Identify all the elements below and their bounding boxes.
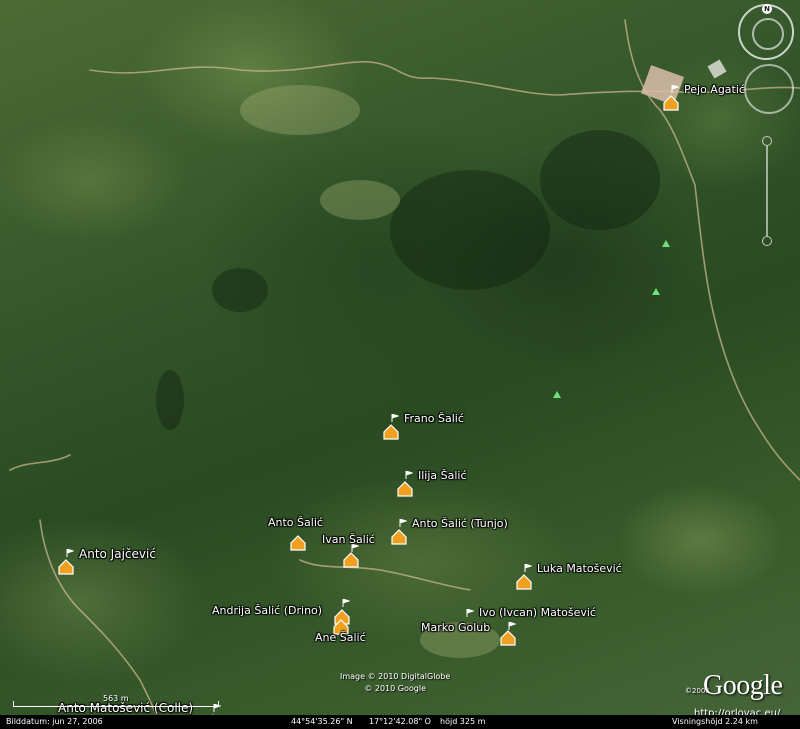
house-icon	[343, 552, 359, 568]
placemark-label: Ane Šalić	[315, 631, 366, 644]
house-icon	[58, 559, 74, 575]
placemark-label: Pejo Agatić	[684, 83, 745, 96]
terrain-layer	[9, 19, 800, 729]
imagery-credits: Image © 2010 DigitalGlobe © 2010 Google	[340, 671, 450, 695]
placemark-label: Ilija Šalić	[418, 469, 467, 482]
dirt-road	[299, 559, 471, 591]
credit-line: © 2010 Google	[364, 684, 426, 693]
scale-label: 563 m	[103, 694, 129, 703]
waypoint-triangle[interactable]	[662, 240, 670, 247]
flag-icon	[466, 609, 474, 617]
flag-icon	[671, 85, 679, 93]
dirt-road	[9, 454, 71, 471]
scale-line	[13, 706, 219, 707]
flag-icon	[405, 471, 413, 479]
placemark-label: Frano Šalić	[404, 412, 464, 425]
latitude-readout: 44°54'35.26" N	[291, 717, 353, 726]
house-icon	[397, 481, 413, 497]
scale-tick	[13, 701, 14, 707]
house-icon	[391, 529, 407, 545]
longitude-readout: 17°12'42.08" O	[369, 717, 431, 726]
scale-bar: 563 m	[13, 694, 219, 710]
flag-icon	[391, 414, 399, 422]
status-bar: Bilddatum: jun 27, 2006 44°54'35.26" N 1…	[0, 715, 800, 729]
placemark-label: Anto Šalić (Tunjo)	[412, 517, 508, 530]
navigation-compass[interactable]: N	[738, 4, 794, 60]
flag-icon	[508, 622, 516, 630]
credit-line: Image © 2010 DigitalGlobe	[340, 672, 451, 681]
waypoint-triangle[interactable]	[553, 391, 561, 398]
placemark-label: Ivan Šalić	[322, 533, 375, 546]
flag-icon	[66, 549, 74, 557]
satellite-map[interactable]: Pejo Agatić Frano Šalić Ilija Šalić Anto…	[0, 0, 800, 729]
placemark-label: Ivo (Ivcan) Matošević	[479, 606, 596, 619]
placemark-label: Anto Šalić	[268, 516, 323, 529]
placemark-label: Marko Golub	[421, 621, 491, 634]
compass-ring[interactable]	[752, 18, 784, 50]
zoom-in-button[interactable]	[762, 136, 772, 146]
house-icon	[290, 535, 306, 551]
eye-altitude-readout: Visningshöjd 2.24 km	[672, 717, 758, 726]
flag-icon	[342, 599, 350, 607]
zoom-out-button[interactable]	[762, 236, 772, 246]
zoom-slider[interactable]	[762, 136, 772, 246]
waypoint-triangle[interactable]	[652, 288, 660, 295]
house-icon	[383, 424, 399, 440]
scale-tick	[218, 701, 219, 707]
placemark-label: Luka Matošević	[537, 562, 622, 575]
zoom-track[interactable]	[766, 146, 768, 236]
flag-icon	[524, 564, 532, 572]
flag-icon	[399, 519, 407, 527]
placemark-label: Anto Jajčević	[79, 547, 156, 561]
north-indicator[interactable]: N	[762, 4, 772, 14]
house-icon	[500, 630, 516, 646]
house-icon	[663, 95, 679, 111]
google-logo: Google	[703, 670, 783, 701]
placemark-label: Andrija Šalić (Drino)	[212, 604, 323, 617]
house-icon	[516, 574, 532, 590]
look-around-control[interactable]	[744, 64, 794, 114]
image-date: Bilddatum: jun 27, 2006	[6, 717, 103, 726]
elevation-readout: höjd 325 m	[440, 717, 486, 726]
